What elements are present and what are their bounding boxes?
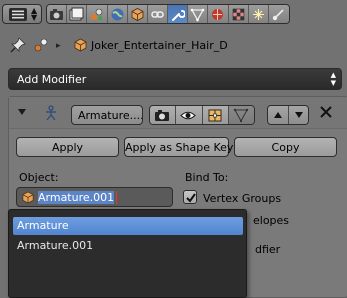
- object-icon: [131, 8, 144, 21]
- modifiers-wrench-icon: [172, 10, 186, 21]
- editmode-toggle[interactable]: [202, 106, 229, 124]
- context-breadcrumb: ▸ Joker_Entertainer_Hair_D: [0, 30, 347, 60]
- copy-button[interactable]: Copy: [234, 137, 337, 157]
- modifier-move-buttons: [267, 105, 309, 125]
- render-icon: [50, 9, 63, 20]
- on-cage-toggle[interactable]: [228, 106, 254, 124]
- vertex-groups-checkbox[interactable]: [183, 190, 197, 204]
- world-icon: [111, 8, 124, 21]
- data-icon: [190, 8, 205, 22]
- tab-particles[interactable]: [248, 5, 269, 23]
- tab-object[interactable]: [127, 5, 148, 23]
- apply-as-shape-key-button[interactable]: Apply as Shape Key: [124, 137, 233, 157]
- tab-physics[interactable]: [268, 5, 289, 23]
- eye-icon: [180, 111, 196, 120]
- modifier-visibility-toggles: [149, 105, 255, 125]
- render-layers-icon: [69, 7, 84, 21]
- add-modifier-label: Add Modifier: [17, 73, 87, 86]
- vertex-triangle-icon: [233, 108, 248, 123]
- object-input-selected-text: Armature.001: [38, 191, 115, 204]
- bone-envelopes-label: elopes: [253, 214, 290, 227]
- chevron-right-icon: ▸: [56, 41, 61, 51]
- properties-tabs: [46, 4, 290, 24]
- tab-texture[interactable]: [228, 5, 249, 23]
- edit-mode-icon: [208, 109, 221, 122]
- tab-scene[interactable]: [87, 5, 108, 23]
- material-icon: [212, 9, 224, 20]
- bind-to-label: Bind To:: [185, 171, 229, 184]
- chevron-updown-icon: ▲ ▼: [330, 71, 336, 87]
- node-link-icon: [34, 38, 48, 52]
- dropdown-item-armature[interactable]: Armature: [13, 217, 243, 235]
- add-modifier-menu[interactable]: Add Modifier ▲ ▼: [8, 68, 342, 90]
- scene-icon: [91, 8, 103, 21]
- particles-icon: [252, 9, 264, 20]
- tab-data[interactable]: [188, 5, 209, 23]
- dropdown-item-armature-001[interactable]: Armature.001: [13, 237, 243, 255]
- tab-material[interactable]: [208, 5, 229, 23]
- object-search-dropdown: Armature Armature.001: [8, 209, 247, 298]
- collapse-arrow-icon[interactable]: [16, 106, 28, 118]
- modifier-header: Armature....: [9, 97, 347, 129]
- triangle-down-icon: [294, 112, 303, 118]
- text-caret: [116, 191, 117, 204]
- vertex-groups-label: Vertex Groups: [203, 192, 282, 205]
- editor-type-selector[interactable]: ▲ ▼: [2, 4, 42, 24]
- tab-render[interactable]: [47, 5, 68, 23]
- tab-render-layers[interactable]: [67, 5, 88, 23]
- render-toggle[interactable]: [150, 106, 177, 124]
- modifier-name-field[interactable]: Armature....: [71, 105, 143, 125]
- physics-icon: [272, 9, 284, 21]
- header-toolbar: ▲ ▼: [0, 0, 347, 28]
- close-icon[interactable]: [319, 105, 333, 119]
- apply-button[interactable]: Apply: [16, 137, 119, 157]
- object-input[interactable]: Armature.001: [16, 187, 173, 207]
- checkmark-icon: [186, 193, 196, 203]
- object-cube-icon: [22, 191, 34, 204]
- move-down-button[interactable]: [288, 106, 308, 124]
- pin-icon[interactable]: [10, 37, 26, 53]
- object-label: Object:: [19, 171, 59, 184]
- move-up-button[interactable]: [268, 106, 289, 124]
- armature-modifier-icon: [46, 105, 56, 121]
- tab-world[interactable]: [107, 5, 128, 23]
- viewport-toggle[interactable]: [176, 106, 203, 124]
- preserve-option-label: dfier: [255, 243, 281, 256]
- tab-modifiers[interactable]: [168, 5, 189, 23]
- triangle-up-icon: [274, 112, 282, 118]
- chevron-updown-icon: ▲ ▼: [31, 6, 38, 22]
- tab-constraints[interactable]: [147, 5, 169, 23]
- properties-editor-icon: [9, 8, 27, 21]
- object-cube-icon: [74, 38, 87, 52]
- texture-icon: [232, 8, 244, 21]
- camera-icon: [155, 110, 169, 121]
- context-object-name: Joker_Entertainer_Hair_D: [91, 39, 228, 52]
- constraints-icon: [151, 11, 164, 18]
